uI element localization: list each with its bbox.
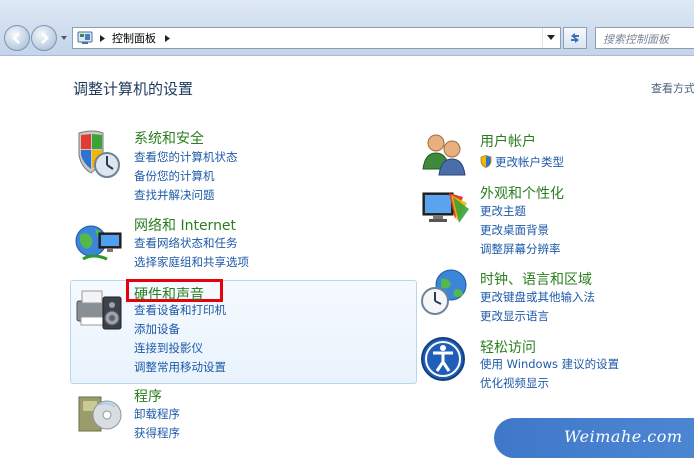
category-title-clock-language-region[interactable]: 时钟、语言和区域 (480, 269, 592, 289)
category-links-hardware-sound: 查看设备和打印机 添加设备 连接到投影仪 调整常用移动设置 (134, 301, 226, 377)
link-change-input-method[interactable]: 更改键盘或其他输入法 (480, 288, 595, 307)
programs-cd-box-icon (78, 396, 122, 432)
recent-pages-dropdown-icon[interactable] (60, 34, 68, 42)
printer-speaker-icon (76, 290, 122, 330)
link-change-display-language[interactable]: 更改显示语言 (480, 307, 595, 326)
category-title-programs[interactable]: 程序 (134, 386, 162, 406)
view-by-label[interactable]: 查看方式 (651, 80, 694, 96)
link-connect-projector[interactable]: 连接到投影仪 (134, 339, 226, 358)
link-get-programs[interactable]: 获得程序 (134, 424, 180, 443)
refresh-button[interactable] (563, 27, 587, 49)
link-view-computer-status[interactable]: 查看您的计算机状态 (134, 148, 238, 167)
link-add-device[interactable]: 添加设备 (134, 320, 226, 339)
control-panel-content: 调整计算机的设置 查看方式 系统和安全 查看您的计算机状态 备份您的计算机 查找… (0, 57, 694, 467)
category-links-appearance: 更改主题 更改桌面背景 调整屏幕分辨率 (480, 202, 561, 259)
shield-icon (78, 130, 120, 178)
category-title-ease-of-access[interactable]: 轻松访问 (480, 337, 536, 357)
clock-globe-icon (421, 269, 467, 315)
category-links-network-internet: 查看网络状态和任务 选择家庭组和共享选项 (134, 234, 249, 272)
link-adjust-resolution[interactable]: 调整屏幕分辨率 (480, 240, 561, 259)
address-box[interactable]: 控制面板 (72, 27, 561, 49)
appearance-monitor-icon (422, 192, 469, 223)
link-change-account-type-label: 更改帐户类型 (495, 155, 564, 169)
category-title-system-security[interactable]: 系统和安全 (134, 128, 204, 148)
chevron-down-icon (546, 35, 555, 40)
category-title-network-internet[interactable]: 网络和 Internet (134, 215, 236, 235)
uac-shield-icon (480, 155, 492, 168)
link-change-theme[interactable]: 更改主题 (480, 202, 561, 221)
address-toolbar: 控制面板 搜索控制面板 (0, 0, 694, 56)
page-title: 调整计算机的设置 (73, 80, 194, 98)
link-backup-computer[interactable]: 备份您的计算机 (134, 167, 238, 186)
network-globe-icon (75, 225, 122, 261)
address-history-dropdown[interactable] (542, 28, 558, 48)
link-optimize-video-display[interactable]: 优化视频显示 (480, 374, 619, 393)
category-links-user-accounts: 更改帐户类型 (480, 153, 564, 172)
back-button[interactable] (4, 25, 30, 51)
forward-button[interactable] (31, 25, 57, 51)
search-input[interactable]: 搜索控制面板 (595, 27, 694, 49)
arrow-right-icon (41, 32, 49, 44)
category-links-ease-of-access: 使用 Windows 建议的设置 优化视频显示 (480, 355, 619, 393)
category-title-user-accounts[interactable]: 用户帐户 (480, 131, 536, 151)
accessibility-icon (421, 337, 465, 381)
watermark-banner: Weimahe.com (494, 418, 694, 458)
category-links-clock-language-region: 更改键盘或其他输入法 更改显示语言 (480, 288, 595, 326)
link-devices-printers[interactable]: 查看设备和打印机 (134, 301, 226, 320)
breadcrumb-separator-icon[interactable] (99, 34, 106, 43)
refresh-icon (571, 33, 579, 43)
link-homegroup-sharing[interactable]: 选择家庭组和共享选项 (134, 253, 249, 272)
breadcrumb-separator-icon[interactable] (164, 34, 171, 43)
link-mobility-settings[interactable]: 调整常用移动设置 (134, 358, 226, 377)
control-panel-icon (77, 31, 93, 44)
link-troubleshoot[interactable]: 查找并解决问题 (134, 186, 238, 205)
link-change-desktop-background[interactable]: 更改桌面背景 (480, 221, 561, 240)
link-use-windows-recommended[interactable]: 使用 Windows 建议的设置 (480, 355, 619, 374)
watermark-text: Weimahe.com (564, 427, 683, 446)
arrow-left-icon (12, 32, 20, 44)
link-view-network-status[interactable]: 查看网络状态和任务 (134, 234, 249, 253)
category-links-system-security: 查看您的计算机状态 备份您的计算机 查找并解决问题 (134, 148, 238, 205)
link-change-account-type[interactable]: 更改帐户类型 (480, 153, 564, 172)
users-icon (422, 134, 466, 176)
breadcrumb-control-panel[interactable]: 控制面板 (112, 30, 156, 46)
category-links-programs: 卸载程序 获得程序 (134, 405, 180, 443)
link-uninstall-program[interactable]: 卸载程序 (134, 405, 180, 424)
category-title-appearance[interactable]: 外观和个性化 (480, 183, 564, 203)
